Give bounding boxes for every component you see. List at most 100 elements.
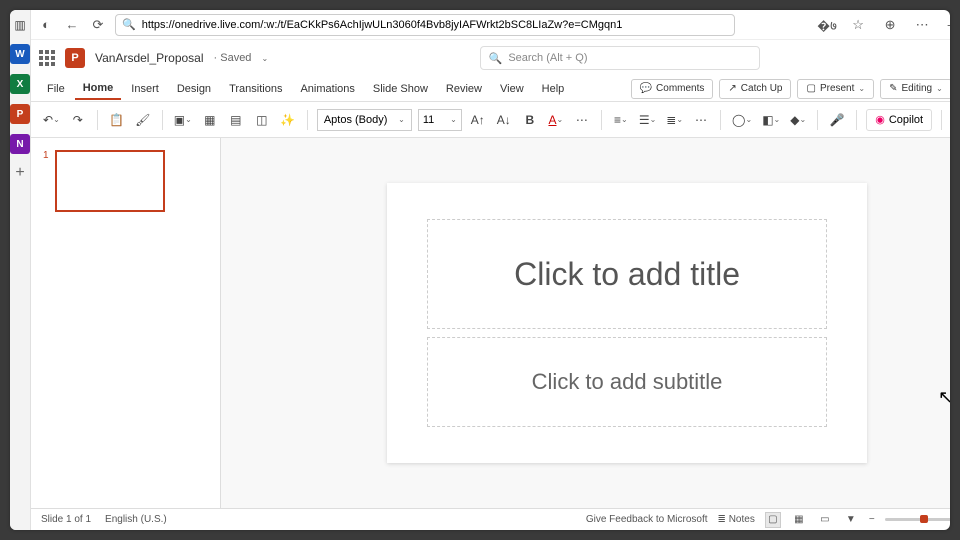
slideshow-view-button[interactable]: ▼ <box>843 512 859 528</box>
format-painter-button[interactable]: 🖌 <box>133 109 153 131</box>
document-name[interactable]: VanArsdel_Proposal <box>95 51 204 65</box>
bold-button[interactable]: B <box>520 109 540 131</box>
copilot-icon: ◉ <box>875 113 885 126</box>
add-app-icon[interactable]: + <box>11 164 29 182</box>
zoom-slider[interactable] <box>885 518 950 521</box>
tab-insert[interactable]: Insert <box>123 79 167 99</box>
excel-app-icon[interactable]: X <box>10 74 30 94</box>
section-button[interactable]: ◫ <box>252 109 272 131</box>
doc-menu-chevron-icon[interactable]: ⌄ <box>261 54 268 63</box>
main-area: ◐ ← ⟳ 🔍 �७ ☆ ⊕ ⋯ — ☐ ✕ P VanArsdel_Propo… <box>31 10 950 530</box>
slide-thumbnail[interactable]: 1 <box>43 150 208 212</box>
styles-button[interactable]: ◆⌄ <box>788 109 808 131</box>
tab-slideshow[interactable]: Slide Show <box>365 79 436 99</box>
pencil-icon: ✎ <box>889 83 897 94</box>
numbering-button[interactable]: ☰⌄ <box>637 109 658 131</box>
search-box[interactable]: 🔍 Search (Alt + Q) <box>480 46 760 70</box>
slide: Click to add title Click to add subtitle <box>387 183 867 463</box>
paste-button[interactable]: 📋 <box>107 109 127 131</box>
sorter-view-button[interactable]: ▦ <box>791 512 807 528</box>
designer-button[interactable]: ✨ <box>278 109 298 131</box>
decrease-font-button[interactable]: A↓ <box>494 109 514 131</box>
redo-button[interactable]: ↷ <box>68 109 88 131</box>
onenote-app-icon[interactable]: N <box>10 134 30 154</box>
save-status: · Saved <box>214 52 252 64</box>
chevron-down-icon: ⌄ <box>398 115 405 124</box>
ribbon-tabs: File Home Insert Design Transitions Anim… <box>31 76 950 102</box>
dictate-button[interactable]: 🎤 <box>827 109 847 131</box>
left-rail: ▥ W X P N + <box>10 10 31 530</box>
reading-view-button[interactable]: ▭ <box>817 512 833 528</box>
tab-animations[interactable]: Animations <box>292 79 362 99</box>
collections-icon[interactable]: ⊕ <box>881 17 899 33</box>
catchup-icon: ↗ <box>728 83 736 94</box>
layout-button[interactable]: ▦ <box>200 109 220 131</box>
tab-manager-icon[interactable]: ▥ <box>11 16 29 34</box>
thumbnail-preview <box>55 150 165 212</box>
lock-icon: 🔍 <box>122 18 136 31</box>
font-selector[interactable]: Aptos (Body)⌄ <box>317 109 412 131</box>
subtitle-placeholder[interactable]: Click to add subtitle <box>427 337 827 427</box>
language-status[interactable]: English (U.S.) <box>105 514 167 525</box>
tab-file[interactable]: File <box>39 79 73 99</box>
feedback-link[interactable]: Give Feedback to Microsoft <box>586 514 708 525</box>
copilot-button[interactable]: ◉Copilot <box>866 109 932 131</box>
mouse-cursor-icon: ↖ <box>938 387 950 408</box>
normal-view-button[interactable]: ▢ <box>765 512 781 528</box>
powerpoint-logo: P <box>65 48 85 68</box>
slide-number: 1 <box>43 150 49 212</box>
tab-design[interactable]: Design <box>169 79 219 99</box>
catchup-button[interactable]: ↗Catch Up <box>719 79 791 99</box>
title-bar: P VanArsdel_Proposal · Saved ⌄ 🔍 Search … <box>31 40 950 76</box>
present-button[interactable]: ▢Present⌄ <box>797 79 874 99</box>
comments-button[interactable]: 💬Comments <box>631 79 714 99</box>
more-para-button[interactable]: ⋯ <box>691 109 711 131</box>
word-app-icon[interactable]: W <box>10 44 30 64</box>
tab-help[interactable]: Help <box>534 79 573 99</box>
bullets-button[interactable]: ≡⌄ <box>611 109 631 131</box>
comment-icon: 💬 <box>640 83 652 94</box>
profile-icon[interactable]: ◐ <box>37 17 55 32</box>
zoom-out-button[interactable]: − <box>869 514 875 525</box>
tab-transitions[interactable]: Transitions <box>221 79 290 99</box>
tab-view[interactable]: View <box>492 79 532 99</box>
refresh-button[interactable]: ⟳ <box>89 17 107 33</box>
tab-review[interactable]: Review <box>438 79 490 99</box>
ribbon-toolbar: ↶⌄ ↷ 📋 🖌 ▣⌄ ▦ ▤ ◫ ✨ Aptos (Body)⌄ 11⌄ A↑… <box>31 102 950 138</box>
shapes-button[interactable]: ◯⌄ <box>730 109 754 131</box>
font-size-selector[interactable]: 11⌄ <box>418 109 462 131</box>
powerpoint-app-icon[interactable]: P <box>10 104 30 124</box>
search-placeholder: Search (Alt + Q) <box>508 52 587 64</box>
align-button[interactable]: ≣⌄ <box>664 109 685 131</box>
workspace: 1 Click to add title Click to add subtit… <box>31 138 950 508</box>
chevron-down-icon: ⌄ <box>936 84 943 93</box>
status-bar: Slide 1 of 1 English (U.S.) Give Feedbac… <box>31 508 950 530</box>
reset-button[interactable]: ▤ <box>226 109 246 131</box>
chevron-down-icon: ⌄ <box>450 115 457 124</box>
chevron-down-icon: ⌄ <box>858 84 865 93</box>
editing-button[interactable]: ✎Editing⌄ <box>880 79 950 99</box>
favorite-icon[interactable]: ☆ <box>849 17 867 33</box>
undo-button[interactable]: ↶⌄ <box>41 109 62 131</box>
more-font-button[interactable]: ⋯ <box>572 109 592 131</box>
slide-counter[interactable]: Slide 1 of 1 <box>41 514 91 525</box>
font-color-button[interactable]: A⌄ <box>546 109 566 131</box>
notes-button[interactable]: ≣ Notes <box>718 514 755 525</box>
address-bar[interactable]: 🔍 <box>115 14 735 36</box>
slide-panel: 1 <box>31 138 221 508</box>
read-aloud-icon[interactable]: �७ <box>817 16 835 34</box>
minimize-button[interactable]: — <box>945 17 950 32</box>
increase-font-button[interactable]: A↑ <box>468 109 488 131</box>
app-window: ▥ W X P N + ◐ ← ⟳ 🔍 �७ ☆ ⊕ ⋯ — ☐ ✕ <box>10 10 950 530</box>
app-launcher-icon[interactable] <box>39 50 55 66</box>
arrange-button[interactable]: ◧⌄ <box>760 109 782 131</box>
title-placeholder[interactable]: Click to add title <box>427 219 827 329</box>
present-icon: ▢ <box>806 83 815 94</box>
tab-home[interactable]: Home <box>75 78 122 100</box>
back-button[interactable]: ← <box>63 17 81 32</box>
slide-canvas[interactable]: Click to add title Click to add subtitle… <box>221 138 950 508</box>
browser-toolbar: ◐ ← ⟳ 🔍 �७ ☆ ⊕ ⋯ — ☐ ✕ <box>31 10 950 40</box>
browser-menu-icon[interactable]: ⋯ <box>913 17 931 33</box>
url-input[interactable] <box>142 19 728 31</box>
new-slide-button[interactable]: ▣⌄ <box>172 109 194 131</box>
